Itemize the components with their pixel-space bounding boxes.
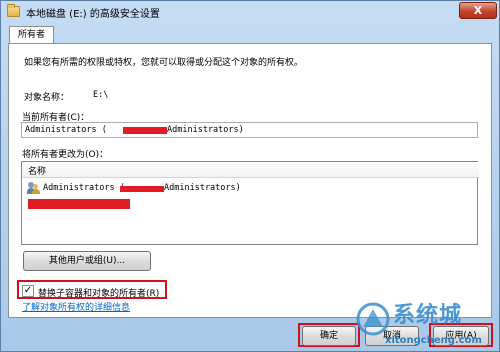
user-group-icon (27, 182, 40, 194)
change-owner-label: 将所有者更改为(O)： (22, 150, 109, 160)
redacted-domain (123, 127, 167, 134)
replace-owner-label[interactable]: 替换子容器和对象的所有者(R) (38, 286, 159, 299)
owner-list[interactable]: 名称 Administrators ( Administrators) (21, 161, 479, 245)
tab-owner[interactable]: 所有者 (9, 26, 54, 44)
watermark-url: xitongcheng.com (385, 335, 482, 346)
object-name-value: E:\ (93, 90, 109, 100)
advanced-security-dialog: 本地磁盘 (E:) 的高级安全设置 X 所有者 如果您有所需的权限或特权，您就可… (0, 0, 500, 352)
list-header[interactable]: 名称 (22, 162, 479, 178)
current-owner-field: Administrators ( Administrators) (21, 122, 478, 138)
redacted-entry (28, 199, 130, 209)
ok-button[interactable]: 确定 (302, 326, 356, 346)
list-column-name: 名称 (28, 167, 47, 177)
current-owner-prefix: Administrators ( (25, 125, 107, 135)
list-item-suffix: Administrators) (164, 183, 241, 193)
other-users-button[interactable]: 其他用户或组(U)... (23, 251, 151, 271)
close-button[interactable]: X (459, 2, 497, 19)
list-item[interactable]: Administrators ( Administrators) (26, 181, 466, 196)
title-bar[interactable]: 本地磁盘 (E:) 的高级安全设置 X (1, 1, 500, 23)
replace-owner-checkbox[interactable]: ✓ (22, 285, 34, 297)
learn-more-link[interactable]: 了解对象所有权的详细信息 (22, 300, 130, 313)
folder-icon (7, 4, 20, 17)
redacted-domain (120, 186, 164, 192)
description-text: 如果您有所需的权限或特权，您就可以取得或分配这个对象的所有权。 (24, 58, 304, 68)
object-name-label: 对象名称： (24, 93, 70, 103)
watermark-text: 系统城 (393, 303, 463, 328)
current-owner-suffix: Administrators) (167, 125, 244, 135)
list-item-prefix: Administrators ( (43, 183, 125, 193)
watermark-logo-icon (356, 302, 390, 336)
window-title: 本地磁盘 (E:) 的高级安全设置 (26, 9, 160, 20)
